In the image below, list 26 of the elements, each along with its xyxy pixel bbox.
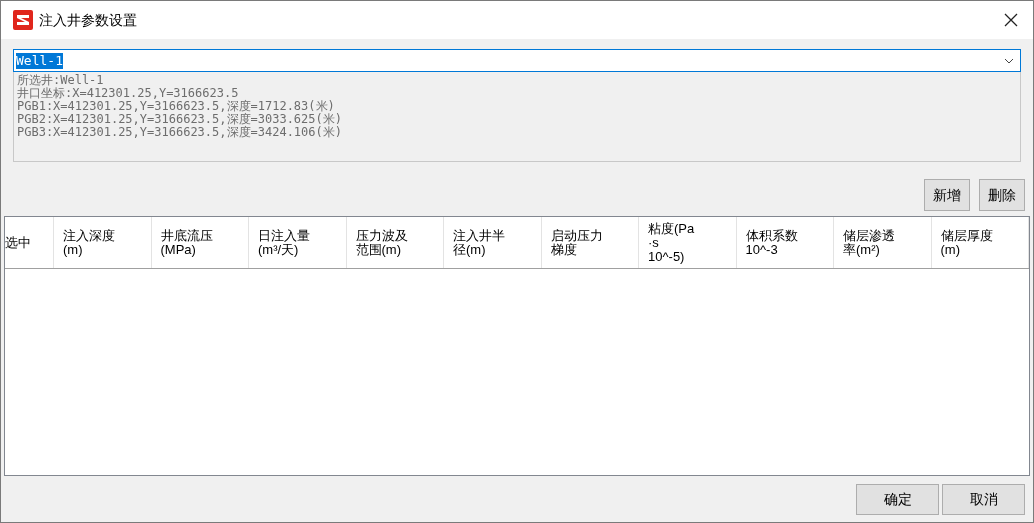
column-header[interactable]: 粘度(Pa ·s 10^-5): [639, 217, 737, 268]
app-logo-icon: [13, 10, 33, 30]
info-line: PGB3:X=412301.25,Y=3166623.5,深度=3424.106(米): [17, 126, 343, 139]
column-header[interactable]: 启动压力 梯度: [541, 217, 639, 268]
dropdown-value: Well-1: [16, 52, 63, 69]
column-header[interactable]: 日注入量 (m³/天): [249, 217, 347, 268]
info-line: PGB2:X=412301.25,Y=3166623.5,深度=3033.625(米): [17, 113, 343, 126]
column-header[interactable]: 体积系数 10^-3: [736, 217, 834, 268]
column-header[interactable]: 压力波及 范围(m): [346, 217, 444, 268]
info-line: 所选井:Well-1: [17, 74, 105, 87]
column-header[interactable]: 注入深度 (m): [54, 217, 152, 268]
column-header[interactable]: 储层厚度 (m): [931, 217, 1029, 268]
info-line: 井口坐标:X=412301.25,Y=3166623.5: [17, 87, 240, 100]
column-header[interactable]: 储层渗透 率(m²): [834, 217, 932, 268]
dialog-button[interactable]: 取消: [942, 484, 1025, 515]
chevron-down-icon: [1004, 57, 1014, 64]
dialog-button[interactable]: 确定: [856, 484, 939, 515]
window-title: 注入井参数设置: [39, 10, 137, 30]
column-header[interactable]: 选中: [5, 217, 54, 268]
column-header[interactable]: 井底流压 (MPa): [151, 217, 249, 268]
column-header[interactable]: 注入井半 径(m): [444, 217, 542, 268]
info-line: PGB1:X=412301.25,Y=3166623.5,深度=1712.83(米): [17, 100, 336, 113]
well-dropdown[interactable]: Well-1: [13, 49, 1021, 72]
close-icon: [1004, 13, 1018, 27]
toolbar-button[interactable]: 删除: [979, 179, 1025, 211]
toolbar-button[interactable]: 新增: [924, 179, 970, 211]
